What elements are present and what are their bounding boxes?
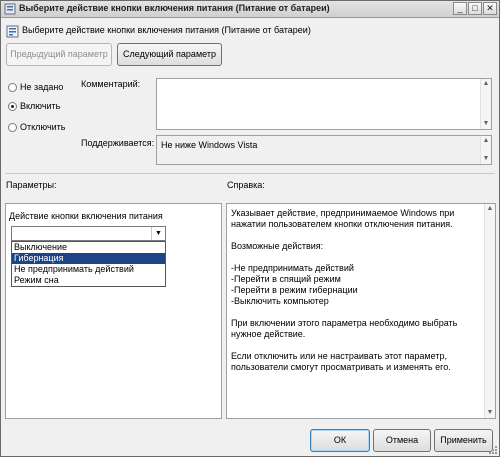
dropdown-item-sleep[interactable]: Режим сна xyxy=(12,275,165,286)
dropdown-item-shutdown[interactable]: Выключение xyxy=(12,242,165,253)
power-button-action-dropdown[interactable]: Выключение Гибернация Не предпринимать д… xyxy=(11,241,166,287)
radio-disabled[interactable]: Отключить xyxy=(8,122,78,134)
help-actions-list: -Не предпринимать действий -Перейти в сп… xyxy=(231,263,477,307)
help-paragraph: Указывает действие, предпринимаемое Wind… xyxy=(231,208,455,229)
scroll-up-icon[interactable]: ▲ xyxy=(485,204,495,214)
help-action-item: -Перейти в спящий режим xyxy=(231,274,341,284)
comment-label: Комментарий: xyxy=(81,79,141,89)
apply-button[interactable]: Применить xyxy=(434,429,493,452)
section-divider xyxy=(5,173,495,174)
maximize-button[interactable]: □ xyxy=(468,2,482,15)
scroll-down-icon[interactable]: ▼ xyxy=(481,154,491,164)
ok-button[interactable]: ОК xyxy=(310,429,370,452)
resize-grip-icon[interactable] xyxy=(488,445,498,455)
radio-enabled[interactable]: Включить xyxy=(8,101,78,113)
cancel-button[interactable]: Отмена xyxy=(373,429,431,452)
supported-scrollbar[interactable]: ▲ ▼ xyxy=(480,136,491,164)
radio-enabled-dot[interactable] xyxy=(8,102,17,111)
policy-header-title: Выберите действие кнопки включения питан… xyxy=(22,25,311,35)
help-action-item: -Перейти в режим гибернации xyxy=(231,285,358,295)
power-button-action-label: Действие кнопки включения питания xyxy=(9,211,163,221)
radio-not-configured[interactable]: Не задано xyxy=(8,82,78,94)
supported-label: Поддерживается: xyxy=(81,138,155,148)
help-panel: Указывает действие, предпринимаемое Wind… xyxy=(226,203,496,419)
close-button[interactable]: ✕ xyxy=(483,2,497,15)
help-paragraph: Если отключить или не настраивать этот п… xyxy=(231,351,451,372)
supported-field: Не ниже Windows Vista ▲ ▼ xyxy=(156,135,492,165)
dropdown-item-do-nothing[interactable]: Не предпринимать действий xyxy=(12,264,165,275)
radio-not-configured-dot[interactable] xyxy=(8,83,17,92)
help-section-label: Справка: xyxy=(227,180,265,190)
policy-settings-icon xyxy=(4,3,16,15)
previous-setting-button[interactable]: Предыдущий параметр xyxy=(6,43,112,66)
params-panel: Действие кнопки включения питания ▼ Выкл… xyxy=(5,203,222,419)
minimize-button[interactable]: _ xyxy=(453,2,467,15)
window-title: Выберите действие кнопки включения питан… xyxy=(19,3,330,13)
dropdown-item-hibernate[interactable]: Гибернация xyxy=(12,253,165,264)
help-action-item: -Выключить компьютер xyxy=(231,296,329,306)
radio-disabled-dot[interactable] xyxy=(8,123,17,132)
policy-header-icon xyxy=(6,25,19,38)
policy-dialog-window: Выберите действие кнопки включения питан… xyxy=(0,0,500,457)
radio-disabled-label: Отключить xyxy=(20,122,66,132)
scroll-down-icon[interactable]: ▼ xyxy=(485,408,495,418)
supported-value: Не ниже Windows Vista xyxy=(161,140,258,150)
title-bar[interactable]: Выберите действие кнопки включения питан… xyxy=(1,1,499,18)
comment-textarea[interactable]: ▲ ▼ xyxy=(156,78,492,130)
help-paragraph: Возможные действия: xyxy=(231,241,324,251)
power-button-action-combobox[interactable]: ▼ xyxy=(11,226,166,241)
help-text: Указывает действие, предпринимаемое Wind… xyxy=(231,208,477,384)
next-setting-button[interactable]: Следующий параметр xyxy=(117,43,222,66)
scroll-down-icon[interactable]: ▼ xyxy=(481,119,491,129)
help-paragraph: При включении этого параметра необходимо… xyxy=(231,318,458,339)
scroll-up-icon[interactable]: ▲ xyxy=(481,79,491,89)
params-section-label: Параметры: xyxy=(6,180,57,190)
help-scrollbar[interactable]: ▲ ▼ xyxy=(484,204,495,418)
comment-scrollbar[interactable]: ▲ ▼ xyxy=(480,79,491,129)
radio-not-configured-label: Не задано xyxy=(20,82,64,92)
help-action-item: -Не предпринимать действий xyxy=(231,263,354,273)
radio-enabled-label: Включить xyxy=(20,101,61,111)
scroll-up-icon[interactable]: ▲ xyxy=(481,136,491,146)
chevron-down-icon[interactable]: ▼ xyxy=(151,227,165,240)
